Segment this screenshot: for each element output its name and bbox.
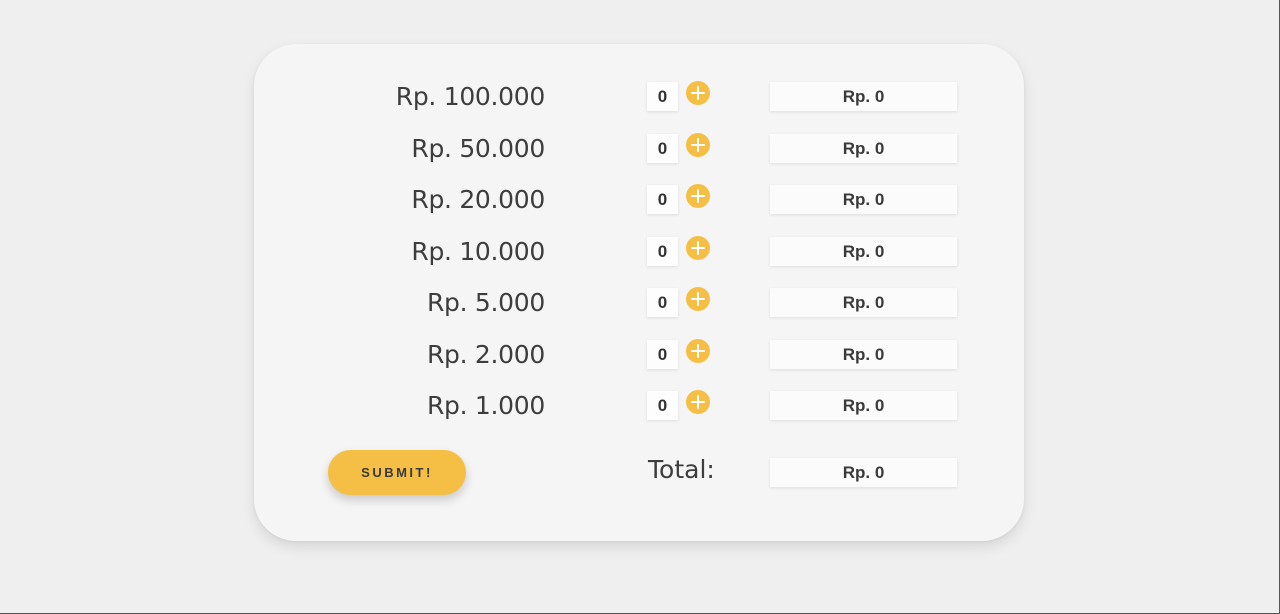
quantity-field[interactable]: 0 (647, 82, 678, 111)
subtotal-field: Rp. 0 (770, 185, 957, 214)
denomination-row-100000: Rp. 100.000 0 Rp. 0 (254, 79, 1024, 115)
denomination-label: Rp. 20.000 (411, 185, 545, 214)
denomination-row-50000: Rp. 50.000 0 Rp. 0 (254, 131, 1024, 167)
plus-icon[interactable] (686, 133, 710, 157)
plus-icon[interactable] (686, 339, 710, 363)
plus-icon[interactable] (686, 236, 710, 260)
plus-icon[interactable] (686, 390, 710, 414)
denomination-row-2000: Rp. 2.000 0 Rp. 0 (254, 337, 1024, 373)
submit-button[interactable]: SUBMIT! (328, 450, 466, 495)
plus-icon[interactable] (686, 81, 710, 105)
quantity-field[interactable]: 0 (647, 391, 678, 420)
subtotal-field: Rp. 0 (770, 134, 957, 163)
subtotal-field: Rp. 0 (770, 237, 957, 266)
calculator-card: Rp. 100.000 0 Rp. 0 Rp. 50.000 0 Rp. 0 R… (254, 44, 1024, 541)
plus-icon[interactable] (686, 287, 710, 311)
denomination-label: Rp. 2.000 (426, 340, 545, 369)
denomination-label: Rp. 10.000 (411, 237, 545, 266)
denomination-row-5000: Rp. 5.000 0 Rp. 0 (254, 285, 1024, 321)
plus-icon[interactable] (686, 184, 710, 208)
quantity-field[interactable]: 0 (647, 185, 678, 214)
quantity-field[interactable]: 0 (647, 288, 678, 317)
denomination-row-20000: Rp. 20.000 0 Rp. 0 (254, 182, 1024, 218)
total-amount-field: Rp. 0 (770, 458, 957, 487)
subtotal-field: Rp. 0 (770, 82, 957, 111)
quantity-field[interactable]: 0 (647, 134, 678, 163)
denomination-label: Rp. 50.000 (411, 134, 545, 163)
subtotal-field: Rp. 0 (770, 340, 957, 369)
quantity-field[interactable]: 0 (647, 237, 678, 266)
denomination-row-10000: Rp. 10.000 0 Rp. 0 (254, 234, 1024, 270)
denomination-label: Rp. 5.000 (426, 288, 545, 317)
denomination-label: Rp. 100.000 (395, 82, 546, 111)
total-label: Total: (648, 455, 715, 484)
denomination-label: Rp. 1.000 (426, 391, 545, 420)
quantity-field[interactable]: 0 (647, 340, 678, 369)
subtotal-field: Rp. 0 (770, 391, 957, 420)
subtotal-field: Rp. 0 (770, 288, 957, 317)
denomination-row-1000: Rp. 1.000 0 Rp. 0 (254, 388, 1024, 424)
